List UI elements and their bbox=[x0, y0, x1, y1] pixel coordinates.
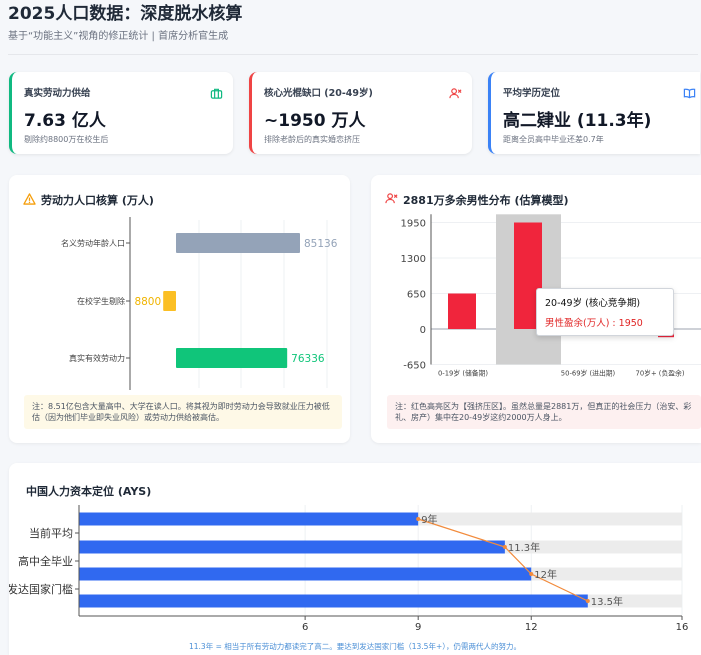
kpi-value: 7.63 亿人 bbox=[24, 111, 106, 131]
trend-point bbox=[585, 599, 590, 603]
briefcase-icon bbox=[210, 85, 223, 104]
category-label: 真实有效劳动力 bbox=[69, 353, 125, 363]
bar bbox=[176, 348, 288, 368]
ays-bar-chart: 9年 11.3年 12年 13.5年 当前平均高中全毕业发达国家门槛 6 9 12 16 bbox=[9, 505, 689, 633]
labor-footnote: 注：8.51亿包含大量高中、大学在读人口。将其视为即时劳动力会导致就业压力被低估… bbox=[24, 395, 342, 429]
page-title: 2025人口数据：深度脱水核算 bbox=[8, 4, 243, 24]
y-tick-label: -650 bbox=[403, 361, 426, 372]
kpi-value: ~1950 万人 bbox=[264, 111, 366, 131]
y-tick-label: 1950 bbox=[401, 219, 426, 230]
bar bbox=[176, 233, 300, 253]
labor-chart-panel: 劳动力人口核算 (万人) 名义劳动年龄人口 85136 在校学生剔除 8800 真实有效… bbox=[9, 175, 350, 443]
trend-line bbox=[418, 518, 589, 602]
x-tick-label: 12 bbox=[525, 622, 538, 633]
data-label: 12年 bbox=[534, 568, 557, 581]
category-label: 当前平均 bbox=[29, 526, 73, 540]
kpi-note: 排除老龄后的真实婚恋挤压 bbox=[264, 135, 360, 144]
kpi-card-labor-supply: 真实劳动力供给 7.63 亿人 剔除约8800万在校生后 bbox=[9, 72, 233, 154]
category-label: 高中全毕业 bbox=[18, 554, 73, 568]
x-tick-label: 9 bbox=[415, 622, 421, 633]
category-label: 名义劳动年龄人口 bbox=[61, 238, 125, 248]
data-label: 8800 bbox=[134, 296, 161, 308]
kpi-label: 真实劳动力供给 bbox=[24, 88, 91, 99]
data-label: 76336 bbox=[291, 353, 325, 365]
ays-chart-title: 中国人力资本定位 (AYS) bbox=[26, 485, 152, 498]
labor-chart-title-row: 劳动力人口核算 (万人) bbox=[23, 192, 154, 208]
bar bbox=[448, 293, 476, 329]
user-remove-icon bbox=[385, 192, 398, 208]
page-subtitle: 基于“功能主义”视角的修正统计 | 首席分析官生成 bbox=[8, 31, 229, 42]
trend-point bbox=[416, 517, 421, 521]
bar bbox=[79, 512, 419, 526]
kpi-card-education-level: 平均学历定位 高二肄业 (11.3年) 距离全员高中毕业还差0.7年 bbox=[488, 72, 700, 154]
gender-chart-panel: 2881万多余男性分布 (估算模型) -650 0 650 1300 1950 0-19岁… bbox=[371, 175, 701, 443]
tooltip-value: 男性盈余(万人) : 1950 bbox=[545, 318, 643, 329]
header-divider bbox=[8, 54, 698, 55]
data-label: 85136 bbox=[304, 238, 338, 250]
user-remove-icon bbox=[449, 85, 462, 104]
labor-chart-title: 劳动力人口核算 (万人) bbox=[41, 194, 154, 207]
gender-chart-title-row: 2881万多余男性分布 (估算模型) bbox=[385, 192, 569, 208]
bar bbox=[163, 291, 176, 311]
y-tick-label: 650 bbox=[407, 290, 426, 301]
trend-point bbox=[529, 572, 534, 576]
x-tick-label: 70岁+ (负盈余) bbox=[636, 369, 685, 378]
bar bbox=[79, 540, 505, 554]
kpi-card-bachelor-gap: 核心光棍缺口 (20-49岁) ~1950 万人 排除老龄后的真实婚恋挤压 bbox=[249, 72, 472, 154]
x-tick-label: 16 bbox=[676, 622, 689, 633]
kpi-note: 距离全员高中毕业还差0.7年 bbox=[503, 135, 604, 144]
kpi-label: 平均学历定位 bbox=[503, 88, 561, 99]
labor-bar-chart: 名义劳动年龄人口 85136 在校学生剔除 8800 真实有效劳动力 76336 bbox=[61, 217, 338, 390]
data-label: 13.5年 bbox=[591, 595, 623, 608]
ays-footnote: 11.3年 = 相当于所有劳动力都读完了高二。要达到发达国家门槛（13.5年+）… bbox=[189, 642, 521, 651]
x-tick-label: 6 bbox=[302, 622, 308, 633]
ays-chart-panel: 中国人力资本定位 (AYS) 9年 11.3年 12年 13.5年 当前平均高中全毕业发… bbox=[9, 463, 701, 655]
data-label: 9年 bbox=[421, 513, 437, 526]
book-open-icon bbox=[683, 85, 696, 104]
bar bbox=[79, 567, 532, 581]
gender-chart-title: 2881万多余男性分布 (估算模型) bbox=[403, 194, 569, 207]
category-label: 在校学生剔除 bbox=[77, 296, 125, 306]
kpi-label: 核心光棍缺口 (20-49岁) bbox=[264, 88, 373, 99]
gender-footnote: 注：红色高亮区为【强挤压区】。虽然总量是2881万，但真正的社会压力（治安、彩礼… bbox=[387, 395, 701, 429]
chart-tooltip: 20-49岁 (核心竞争期) 男性盈余(万人) : 1950 bbox=[536, 288, 674, 336]
x-tick-label: 50-69岁 (进出期) bbox=[561, 369, 616, 378]
data-label: 11.3年 bbox=[508, 541, 540, 554]
kpi-value: 高二肄业 (11.3年) bbox=[503, 111, 652, 131]
category-label: 发达国家门槛 bbox=[9, 582, 73, 596]
y-tick-label: 0 bbox=[420, 325, 426, 336]
kpi-note: 剔除约8800万在校生后 bbox=[24, 135, 109, 144]
bar bbox=[79, 594, 588, 608]
trend-point bbox=[502, 545, 507, 549]
warning-icon bbox=[23, 192, 36, 208]
x-tick-label: 0-19岁 (储备期) bbox=[438, 369, 488, 378]
tooltip-title: 20-49岁 (核心竞争期) bbox=[545, 298, 641, 309]
page-header: 2025人口数据：深度脱水核算 基于“功能主义”视角的修正统计 | 首席分析官生… bbox=[8, 4, 698, 55]
y-tick-label: 1300 bbox=[401, 254, 426, 265]
